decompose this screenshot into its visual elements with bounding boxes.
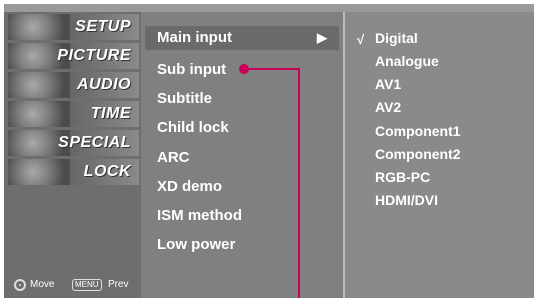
sidebar-item-label: PICTURE — [57, 47, 131, 64]
move-icon — [14, 279, 26, 291]
move-hint-label: Move — [30, 279, 55, 290]
check-icon: √ — [357, 32, 365, 47]
menu-item-main-input[interactable]: Main input ▶ — [145, 26, 339, 50]
prev-hint-label: Prev — [108, 279, 129, 290]
submenu-option-digital[interactable]: Digital — [375, 30, 418, 46]
submenu-option-component2[interactable]: Component2 — [375, 146, 461, 162]
menu-item-arc[interactable]: ARC — [157, 149, 190, 166]
input-submenu: √ Digital Analogue AV1 AV2 Component1 Co… — [345, 12, 534, 298]
menu-item-xd-demo[interactable]: XD demo — [157, 178, 222, 195]
top-bar — [4, 4, 534, 12]
sidebar-item-label: LOCK — [83, 163, 131, 180]
submenu-option-analogue[interactable]: Analogue — [375, 53, 439, 69]
sidebar-item-label: SETUP — [75, 18, 131, 35]
sidebar-item-label: AUDIO — [76, 76, 131, 93]
sidebar-item-label: SPECIAL — [58, 134, 131, 151]
sidebar-item-label: TIME — [90, 105, 131, 122]
sidebar-item-lock[interactable]: LOCK — [8, 159, 139, 185]
submenu-option-hdmi-dvi[interactable]: HDMI/DVI — [375, 192, 438, 208]
menu-item-ism-method[interactable]: ISM method — [157, 207, 242, 224]
menu-list: Main input ▶ Sub input Subtitle Child lo… — [141, 12, 343, 298]
menu-item-label: Main input — [157, 29, 232, 46]
submenu-option-av2[interactable]: AV2 — [375, 99, 401, 115]
menu-item-subtitle[interactable]: Subtitle — [157, 90, 212, 107]
audio-thumbnail-icon — [8, 72, 70, 98]
submenu-arrow-icon: ▶ — [317, 30, 327, 45]
submenu-option-component1[interactable]: Component1 — [375, 123, 461, 139]
lock-thumbnail-icon — [8, 159, 70, 185]
time-thumbnail-icon — [8, 101, 70, 127]
submenu-option-rgb-pc[interactable]: RGB-PC — [375, 169, 430, 185]
sidebar-item-audio[interactable]: AUDIO — [8, 72, 139, 98]
menu-key-icon: MENU — [72, 279, 102, 291]
sidebar-item-picture[interactable]: PICTURE — [8, 43, 139, 69]
sidebar-item-special[interactable]: SPECIAL — [8, 130, 139, 156]
menu-item-sub-input[interactable]: Sub input — [157, 61, 226, 78]
sidebar: SETUP PICTURE AUDIO TIME SPECIAL LOCK Mo… — [4, 12, 141, 298]
submenu-option-av1[interactable]: AV1 — [375, 76, 401, 92]
navigation-hint: Move MENU Prev — [8, 274, 141, 296]
sidebar-item-setup[interactable]: SETUP — [8, 14, 139, 40]
callout-line-vertical — [298, 68, 300, 298]
menu-item-low-power[interactable]: Low power — [157, 236, 235, 253]
menu-item-child-lock[interactable]: Child lock — [157, 119, 229, 136]
sidebar-item-time[interactable]: TIME — [8, 101, 139, 127]
callout-line-horizontal — [248, 68, 299, 70]
setup-thumbnail-icon — [8, 14, 70, 40]
